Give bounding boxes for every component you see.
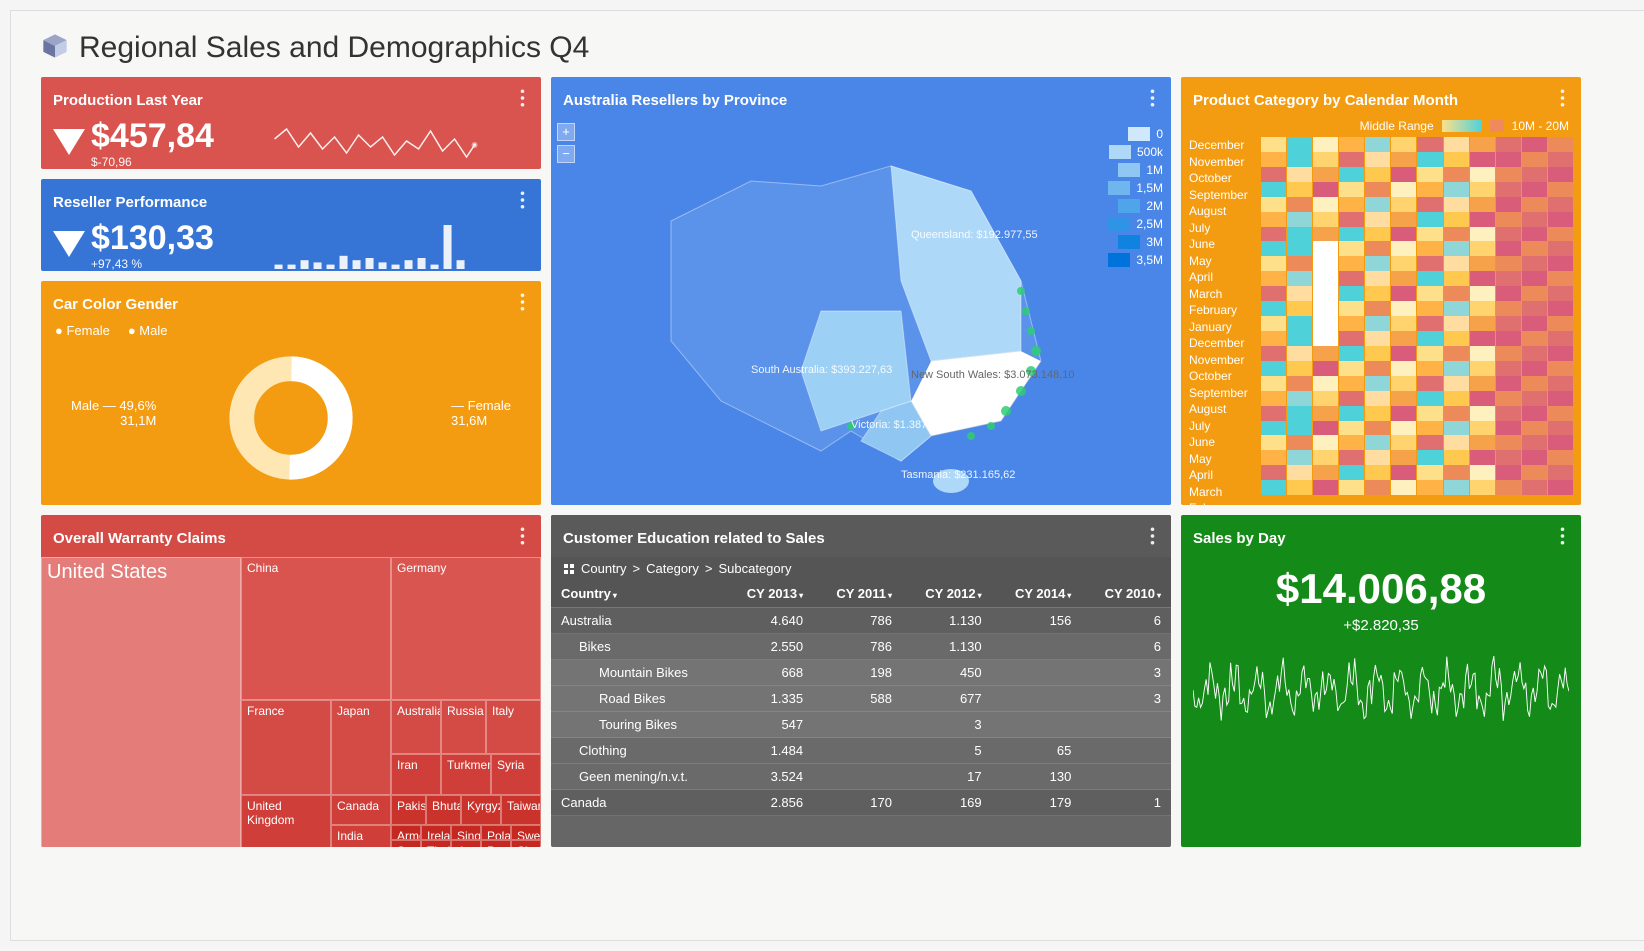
treemap-node[interactable]: Canada [331, 795, 391, 825]
zoom-in-button[interactable]: + [557, 123, 575, 141]
col-header[interactable]: CY 2014▾ [992, 580, 1082, 608]
legend-male: Male [128, 323, 168, 338]
tile-menu-button[interactable] [1146, 523, 1159, 553]
treemap-node[interactable]: India [331, 825, 391, 847]
sales-delta: +$2.820,35 [1193, 617, 1569, 634]
table-row[interactable]: Clothing1.484565 [551, 738, 1171, 764]
map-legend: 0500k1M1,5M2M2,5M3M3,5M [1108, 125, 1163, 269]
col-header[interactable]: CY 2013▾ [723, 580, 813, 608]
tile-title: Australia Resellers by Province [563, 92, 787, 109]
label-tas: Tasmania: $231.165,62 [901, 469, 1015, 481]
kpi-value: $457,84 [91, 119, 214, 153]
page-header: Regional Sales and Demographics Q4 [41, 31, 1623, 65]
tile-sales-by-day[interactable]: Sales by Day $14.006,88 +$2.820,35 [1181, 515, 1581, 847]
sales-sparkline [1193, 640, 1569, 740]
treemap-node[interactable]: Portugal [481, 840, 511, 847]
tile-title: Sales by Day [1193, 530, 1286, 547]
treemap-node[interactable]: Bhutan [426, 795, 461, 825]
label-qld: Queensland: $192.977,55 [911, 229, 1038, 241]
col-header[interactable]: CY 2012▾ [902, 580, 992, 608]
sales-value: $14.006,88 [1193, 565, 1569, 613]
tile-warranty-treemap[interactable]: Overall Warranty Claims United StatesChi… [41, 515, 541, 847]
treemap-node[interactable]: Slovakia [511, 840, 541, 847]
kpi-value: $130,33 [91, 221, 214, 255]
tile-menu-button[interactable] [1556, 523, 1569, 553]
table-row[interactable]: Australia4.6407861.1301566 [551, 608, 1171, 634]
table-row[interactable]: Bikes2.5507861.1306 [551, 634, 1171, 660]
table-row[interactable]: Road Bikes1.3355886773 [551, 686, 1171, 712]
spark-bars [220, 221, 529, 271]
down-arrow-icon [53, 129, 85, 155]
col-header[interactable]: CY 2011▾ [813, 580, 902, 608]
treemap-node[interactable]: South Africa [391, 840, 421, 847]
tile-title: Overall Warranty Claims [53, 530, 226, 547]
treemap-node[interactable]: Singapore [451, 825, 481, 840]
treemap-node[interactable]: United Kingdom [241, 795, 331, 847]
treemap-node[interactable]: Poland [481, 825, 511, 840]
cube-icon [41, 32, 69, 65]
treemap-node[interactable]: the Netherlands [451, 840, 481, 847]
legend-female: Female [55, 323, 110, 338]
tile-menu-button[interactable] [1556, 85, 1569, 115]
tile-title: Car Color Gender [53, 296, 178, 313]
treemap-node[interactable]: Armenia [391, 825, 421, 840]
treemap-node[interactable]: Taiwan [501, 795, 541, 825]
page-title: Regional Sales and Demographics Q4 [79, 31, 589, 65]
sparkline [220, 119, 529, 169]
dashboard-page: Regional Sales and Demographics Q4 Produ… [10, 10, 1644, 941]
tile-title: Product Category by Calendar Month [1193, 92, 1458, 109]
heatmap-grid [1261, 137, 1573, 495]
down-arrow-icon [53, 231, 85, 257]
col-header[interactable]: Country▾ [551, 580, 723, 608]
treemap-body[interactable]: United StatesChinaGermany FranceJapanAust… [41, 557, 541, 847]
col-header[interactable]: CY 2010▾ [1081, 580, 1171, 608]
table-row[interactable]: Geen mening/n.v.t.3.52417130 [551, 764, 1171, 790]
table-header-row: Country▾CY 2013▾CY 2011▾CY 2012▾CY 2014▾… [551, 580, 1171, 608]
australia-map[interactable] [551, 119, 1171, 505]
tile-menu-button[interactable] [516, 523, 529, 553]
tile-production[interactable]: Production Last Year $457,84 $-70,96 [41, 77, 541, 169]
treemap-node[interactable]: Kyrgyzstan [461, 795, 501, 825]
table-row[interactable]: Mountain Bikes6681984503 [551, 660, 1171, 686]
table-row[interactable]: Canada2.8561701691791 [551, 790, 1171, 816]
kpi-delta: $-70,96 [91, 155, 214, 169]
treemap-node[interactable]: Ireland [421, 825, 451, 840]
treemap-node[interactable]: Russia [441, 700, 486, 754]
tile-australia-map[interactable]: Australia Resellers by Province + − [551, 77, 1171, 505]
data-table[interactable]: Country▾CY 2013▾CY 2011▾CY 2012▾CY 2014▾… [551, 580, 1171, 816]
table-breadcrumb[interactable]: Country > Category > Subcategory [551, 557, 1171, 580]
donut-chart: Male — 49,6% 31,1M — Female 31,6M [41, 338, 541, 498]
tile-title: Customer Education related to Sales [563, 530, 825, 547]
tile-menu-button[interactable] [516, 187, 529, 217]
treemap-node[interactable]: Pakistan [391, 795, 426, 825]
tile-heatmap[interactable]: Product Category by Calendar Month Middl… [1181, 77, 1581, 505]
tile-title: Production Last Year [53, 92, 203, 109]
tile-menu-button[interactable] [516, 289, 529, 319]
tile-car-color-gender[interactable]: Car Color Gender Female Male Male — 49,6… [41, 281, 541, 505]
treemap-node[interactable]: Turkmenistan [441, 754, 491, 796]
table-row[interactable]: Touring Bikes5473 [551, 712, 1171, 738]
treemap-node[interactable]: France [241, 700, 331, 795]
treemap-node[interactable]: Sweden [511, 825, 541, 840]
treemap-node[interactable]: Syria [491, 754, 541, 796]
treemap-node[interactable]: China [241, 557, 391, 700]
heatmap-y-labels: DecemberNovemberOctoberSeptemberAugustJu… [1189, 137, 1261, 495]
treemap-node[interactable]: Thailand [421, 840, 451, 847]
zoom-out-button[interactable]: − [557, 145, 575, 163]
tile-reseller[interactable]: Reseller Performance $130,33 +97,43 % [41, 179, 541, 271]
treemap-node[interactable]: Iran [391, 754, 441, 796]
tile-education-table[interactable]: Customer Education related to Sales Coun… [551, 515, 1171, 847]
treemap-node[interactable]: Japan [331, 700, 391, 795]
treemap-node[interactable]: Australia [391, 700, 441, 754]
kpi-delta: +97,43 % [91, 257, 214, 271]
treemap-node[interactable]: United States [41, 557, 241, 847]
tile-menu-button[interactable] [1146, 85, 1159, 115]
label-sa: South Australia: $393.227,63 [751, 364, 892, 376]
treemap-node[interactable]: Germany [391, 557, 541, 700]
label-vic: Victoria: $1.387.417,03 [851, 419, 964, 431]
label-nsw: New South Wales: $3.073.148,10 [911, 369, 1074, 381]
tile-title: Reseller Performance [53, 194, 207, 211]
treemap-node[interactable]: Italy [486, 700, 541, 754]
tile-menu-button[interactable] [516, 85, 529, 115]
